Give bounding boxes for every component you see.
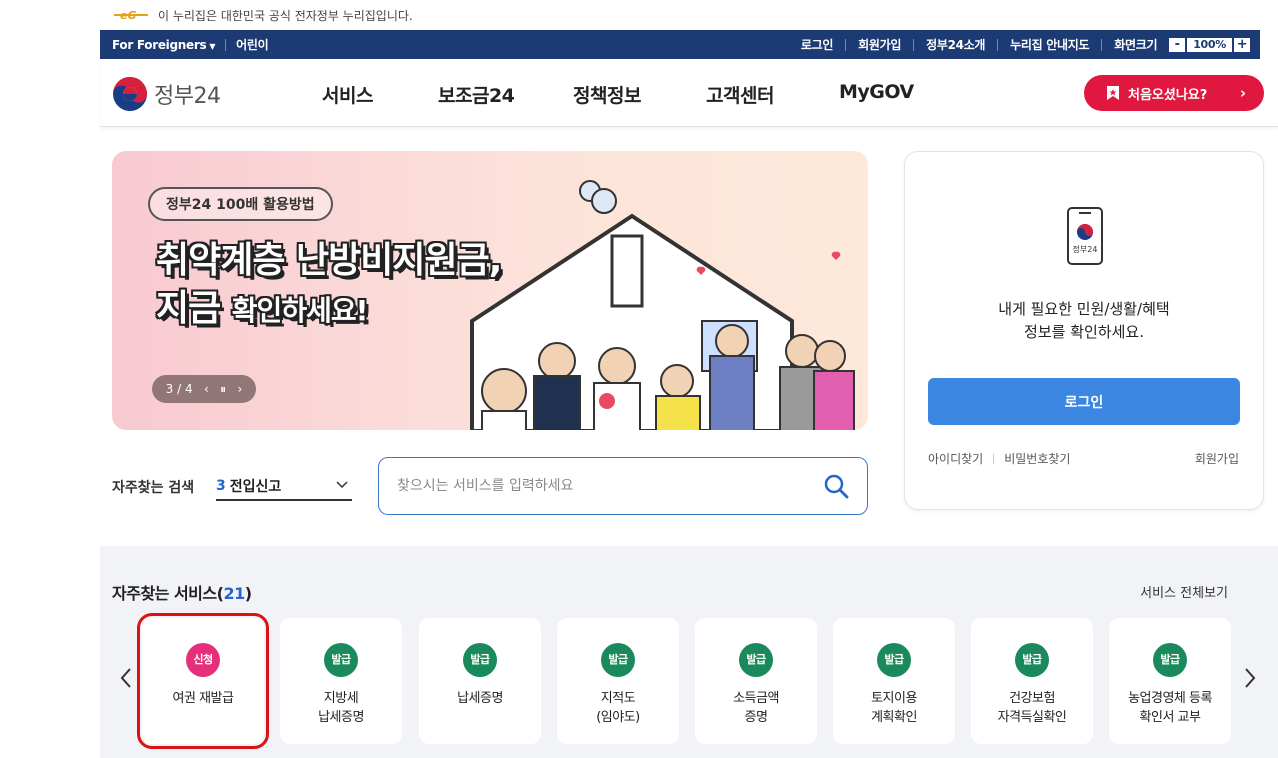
service-card-farm-registration[interactable]: 발급 농업경영체 등록 확인서 교부: [1109, 618, 1231, 744]
egov-logo-icon: eG: [114, 9, 148, 22]
service-card-land-use-plan[interactable]: 발급 토지이용 계획확인: [833, 618, 955, 744]
svg-text:eG: eG: [120, 9, 137, 22]
nav-customer-center[interactable]: 고객센터: [706, 81, 839, 108]
gov-banner-text: 이 누리집은 대한민국 공식 전자정부 누리집입니다.: [158, 8, 413, 23]
for-foreigners-menu[interactable]: For Foreigners ▼: [112, 38, 215, 52]
bookmark-icon: [1107, 86, 1119, 100]
about-link[interactable]: 정부24소개: [926, 36, 985, 53]
zoom-control: - 100% +: [1169, 37, 1250, 52]
frequent-search-rank: 3: [216, 477, 226, 494]
service-tag-issue: 발급: [463, 643, 497, 677]
logo-text: 정부24: [154, 84, 221, 109]
utility-bar: For Foreigners ▼ 어린이 로그인 회원가입 정부24소개 누리집 …: [100, 30, 1260, 59]
hero-pause-button[interactable]: ⏸: [220, 382, 226, 397]
gov-official-banner: eG 이 누리집은 대한민국 공식 전자정부 누리집입니다.: [112, 5, 413, 25]
service-name: 여권 재발급: [172, 691, 234, 706]
hero-banner[interactable]: 정부24 100배 활용방법 취약계층 난방비지원금, 지금 확인하세요! 3 …: [112, 151, 868, 430]
screen-size-label: 화면크기: [1114, 38, 1158, 52]
login-message-line1: 내게 필요한 민원/생활/혜택: [998, 300, 1170, 318]
find-id-link[interactable]: 아이디찾기: [928, 450, 983, 467]
mobile-phone-icon: 정부24: [1067, 207, 1103, 265]
service-tag-issue: 발급: [877, 643, 911, 677]
caret-down-icon: ▼: [209, 41, 216, 51]
services-count: 21: [223, 584, 245, 603]
frequent-search-label: 자주찾는 검색: [112, 480, 195, 496]
login-message-line2: 정보를 확인하세요.: [1024, 323, 1144, 341]
family-house-illustration: [470, 180, 855, 430]
first-visit-button[interactable]: 처음오셨나요? ›: [1084, 75, 1264, 111]
service-name: 지방세 납세증명: [318, 691, 364, 725]
nav-mygov[interactable]: MyGOV: [839, 81, 914, 108]
chevron-left-icon[interactable]: [118, 666, 134, 690]
service-card-income-certificate[interactable]: 발급 소득금액 증명: [695, 618, 817, 744]
nav-policy-info[interactable]: 정책정보: [573, 81, 706, 108]
service-tag-issue: 발급: [1153, 643, 1187, 677]
service-name: 토지이용 계획확인: [871, 691, 917, 725]
chevron-down-icon: [336, 481, 348, 489]
service-card-health-insurance[interactable]: 발급 건강보험 자격득실확인: [971, 618, 1093, 744]
service-name: 납세증명: [457, 691, 503, 706]
find-password-link[interactable]: 비밀번호찾기: [1004, 450, 1070, 467]
taegeuk-logo-icon: [113, 77, 147, 111]
service-name: 지적도 (임야도): [596, 691, 640, 725]
sitemap-link[interactable]: 누리집 안내지도: [1010, 36, 1089, 53]
divider: [1101, 38, 1103, 51]
card-signup-link[interactable]: 회원가입: [1195, 450, 1239, 467]
phone-icon-label: 정부24: [1073, 244, 1098, 254]
divider: [913, 38, 915, 51]
service-tag-apply: 신청: [186, 643, 220, 677]
search-icon[interactable]: [823, 473, 849, 499]
zoom-out-button[interactable]: -: [1169, 37, 1186, 52]
frequent-search-value: 전입신고: [229, 478, 282, 495]
main-navigation: 서비스 보조금24 정책정보 고객센터 MyGOV: [322, 81, 914, 108]
login-card: 정부24 내게 필요한 민원/생활/혜택 정보를 확인하세요. 로그인 아이디찾…: [904, 151, 1264, 510]
divider: [997, 38, 999, 51]
zoom-level: 100%: [1187, 37, 1232, 52]
kids-link[interactable]: 어린이: [236, 36, 269, 53]
service-card-tax-payment[interactable]: 발급 납세증명: [419, 618, 541, 744]
divider: [845, 38, 847, 51]
search-box: [378, 457, 868, 515]
service-tag-issue: 발급: [1015, 643, 1049, 677]
service-name: 소득금액 증명: [733, 691, 779, 725]
chevron-right-icon[interactable]: [1242, 666, 1258, 690]
hero-carousel-controls: 3 / 4 ‹ ⏸ ›: [152, 375, 256, 403]
nav-subsidy24[interactable]: 보조금24: [438, 81, 573, 108]
service-tag-issue: 발급: [739, 643, 773, 677]
divider: [225, 38, 227, 51]
signup-link[interactable]: 회원가입: [858, 36, 901, 53]
login-button[interactable]: 로그인: [928, 378, 1240, 425]
service-card-passport-reissue[interactable]: 신청 여권 재발급: [137, 613, 269, 749]
hero-pager: 3 / 4: [165, 382, 193, 396]
view-all-services-link[interactable]: 서비스 전체보기: [1140, 582, 1228, 601]
divider: [993, 453, 995, 464]
service-card-local-tax[interactable]: 발급 지방세 납세증명: [280, 618, 402, 744]
nav-services[interactable]: 서비스: [322, 81, 438, 108]
service-card-cadastral-map[interactable]: 발급 지적도 (임야도): [557, 618, 679, 744]
main-header: 정부24 서비스 보조금24 정책정보 고객센터 MyGOV 처음오셨나요? ›: [100, 59, 1278, 127]
frequent-services-section: 자주찾는 서비스(21) 서비스 전체보기 신청 여권 재발급 발급 지방세 납세…: [100, 546, 1278, 758]
chevron-right-icon: ›: [1239, 84, 1246, 102]
first-visit-label: 처음오셨나요?: [1128, 87, 1208, 103]
service-name: 건강보험 자격득실확인: [997, 691, 1067, 725]
hero-chip: 정부24 100배 활용방법: [148, 187, 333, 221]
service-tag-issue: 발급: [324, 643, 358, 677]
frequent-services-title: 자주찾는 서비스(21): [112, 584, 252, 603]
frequent-search-select[interactable]: 3 전입신고: [216, 472, 352, 501]
site-logo[interactable]: 정부24: [112, 76, 221, 112]
login-links: 아이디찾기 비밀번호찾기: [928, 450, 1070, 467]
login-link[interactable]: 로그인: [801, 36, 834, 53]
hero-next-button[interactable]: ›: [237, 382, 242, 396]
service-name: 농업경영체 등록 확인서 교부: [1128, 691, 1212, 725]
hero-prev-button[interactable]: ‹: [204, 382, 209, 396]
zoom-in-button[interactable]: +: [1234, 37, 1250, 52]
service-tag-issue: 발급: [601, 643, 635, 677]
search-input[interactable]: [397, 458, 797, 514]
